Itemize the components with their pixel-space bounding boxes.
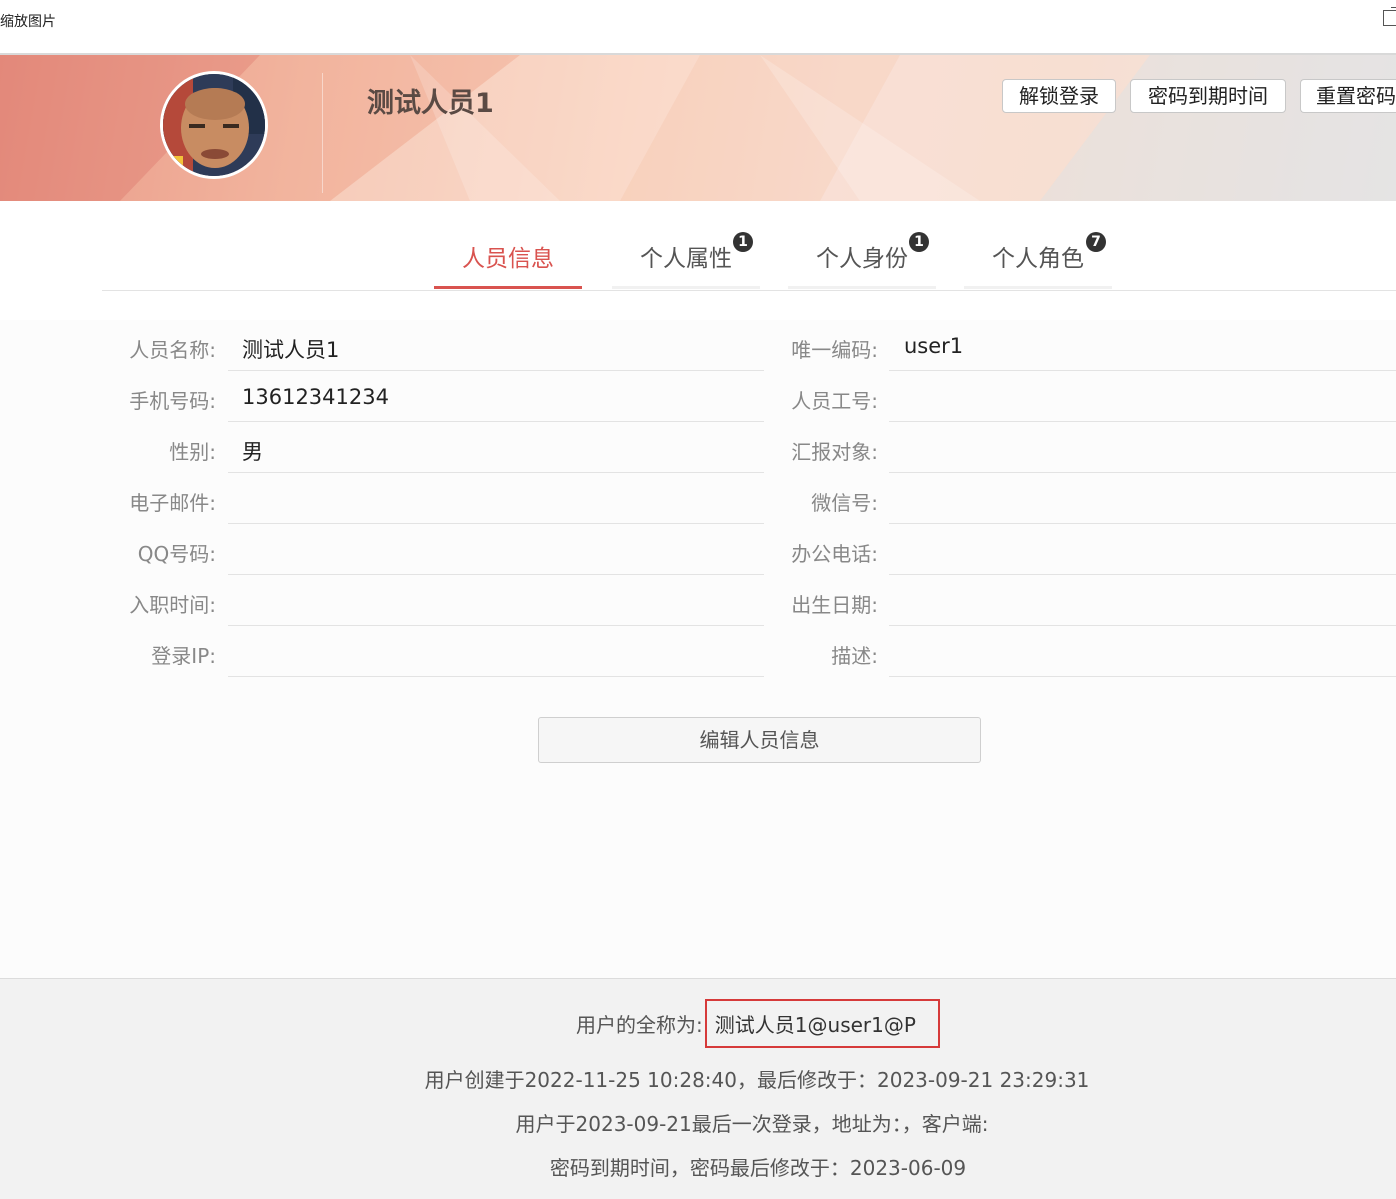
user-avatar[interactable] [160,71,268,179]
field-label: 人员工号: [791,389,878,413]
field-row-qq: QQ号码: [0,524,764,575]
field-underline [889,676,1396,677]
banner-divider [322,73,323,193]
field-label: QQ号码: [137,542,216,566]
field-value-phone: 13612341234 [242,385,389,409]
field-label: 微信号: [811,491,878,515]
field-label: 出生日期: [791,593,878,617]
field-row-login-ip: 登录IP: [0,626,764,677]
created-modified-line: 用户创建于2022-11-25 10:28:40，最后修改于：2023-09-2… [424,1068,1090,1092]
unlock-login-button[interactable]: 解锁登录 [1002,79,1116,113]
tab-underline [788,286,936,289]
tab-personal-roles[interactable]: 个人角色 7 [964,215,1112,289]
field-label: 汇报对象: [791,440,878,464]
profile-name: 测试人员1 [367,88,494,119]
field-row-name: 人员名称: 测试人员1 [0,320,764,371]
edit-personnel-button[interactable]: 编辑人员信息 [538,717,981,763]
count-badge: 1 [733,232,753,252]
password-info-line: 密码到期时间，密码最后修改于：2023-06-09 [549,1156,967,1180]
field-row-office-phone: 办公电话: [764,524,1396,575]
field-row-gender: 性别: 男 [0,422,764,473]
tab-label: 人员信息 [462,246,554,272]
field-label: 人员名称: [129,338,216,362]
tab-label: 个人角色 [992,246,1084,272]
reset-password-button[interactable]: 重置密码 [1300,79,1396,113]
field-value-unique-code: user1 [904,334,964,358]
field-row-wechat: 微信号: [764,473,1396,524]
avatar-photo [163,74,265,176]
profile-tabs: 人员信息 个人属性 1 个人身份 1 个人角色 7 [102,215,1396,291]
tab-personnel-info[interactable]: 人员信息 [434,215,582,289]
fullname-label: 用户的全称为: [576,1013,703,1037]
field-row-description: 描述: [764,626,1396,677]
count-badge: 7 [1086,232,1106,252]
fullname-line: 用户的全称为: 测试人员1@user1@P [0,999,1396,1048]
external-link-icon[interactable] [1383,7,1396,26]
tab-personal-attributes[interactable]: 个人属性 1 [612,215,760,289]
field-label: 唯一编码: [791,338,878,362]
tab-underline [964,286,1112,289]
field-label: 性别: [169,440,216,464]
field-label: 入职时间: [129,593,216,617]
field-row-birth-date: 出生日期: [764,575,1396,626]
field-label: 手机号码: [129,389,216,413]
field-row-employee-id: 人员工号: [764,371,1396,422]
tab-underline [612,286,760,289]
field-value-gender: 男 [242,440,263,464]
field-label: 电子邮件: [129,491,216,515]
field-row-unique-code: 唯一编码: user1 [764,320,1396,371]
field-row-phone: 手机号码: 13612341234 [0,371,764,422]
field-underline [228,676,764,677]
count-badge: 1 [909,232,929,252]
field-row-report-to: 汇报对象: [764,422,1396,473]
tab-label: 个人属性 [640,246,732,272]
field-label: 描述: [831,644,878,668]
fullname-value: 测试人员1@user1@P [704,999,940,1048]
password-expiry-button[interactable]: 密码到期时间 [1130,79,1286,113]
field-label: 登录IP: [151,644,216,668]
user-summary-footer: 用户的全称为: 测试人员1@user1@P 用户创建于2022-11-25 10:… [0,978,1396,1199]
field-row-email: 电子邮件: [0,473,764,524]
window-title: 缩放图片 [0,14,56,30]
field-row-hire-date: 入职时间: [0,575,764,626]
field-label: 办公电话: [791,542,878,566]
last-login-line: 用户于2023-09-21最后一次登录，地址为：，客户端: [515,1112,989,1136]
window-titlebar: 缩放图片 [0,0,1396,55]
tab-label: 个人身份 [816,246,908,272]
tab-personal-identity[interactable]: 个人身份 1 [788,215,936,289]
field-value-name: 测试人员1 [242,338,340,362]
profile-banner: 测试人员1 解锁登录 密码到期时间 重置密码 [0,55,1396,201]
